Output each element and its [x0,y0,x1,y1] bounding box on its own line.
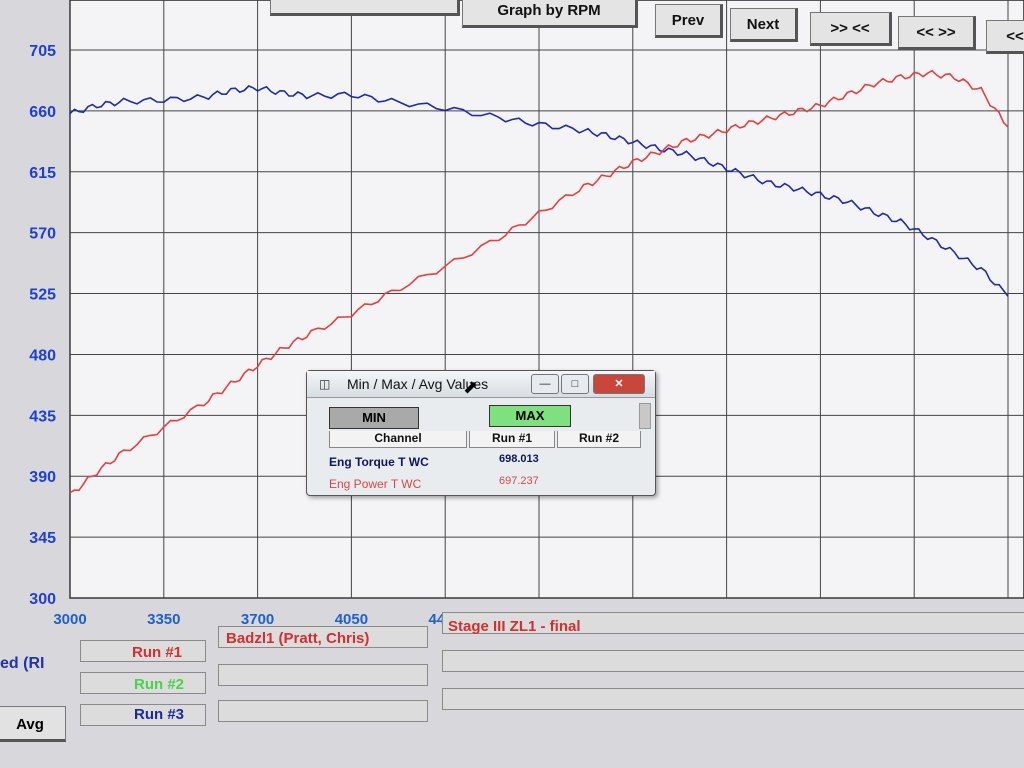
column-header-run1[interactable]: Run #1 [469,431,555,448]
y-tick-label: 300 [29,591,56,608]
zoom-in-button[interactable]: >> << [810,12,892,46]
dyno-software-screen: 3000335037004050440047505100545058006150… [0,0,1024,768]
table-row-channel: Eng Torque T WC [329,455,429,469]
close-icon[interactable]: ✕ [593,374,645,394]
table-row-channel: Eng Power T WC [329,477,422,491]
toolbar-button-partial[interactable] [270,0,460,16]
run1-driver-name: Badzl1 (Pratt, Chris) [226,630,370,647]
window-app-icon: ◫ [319,377,331,391]
maximize-icon[interactable]: □ [561,374,589,394]
next-button[interactable]: Next [730,8,798,42]
y-tick-label: 525 [29,287,56,304]
table-row-value: 698.013 [499,453,539,465]
run3-desc-box [442,688,1024,710]
table-row-value: 697.237 [499,475,539,487]
y-tick-label: 435 [29,408,56,425]
min-button[interactable]: MIN [329,407,419,429]
y-tick-label: 390 [29,469,56,486]
dialog-titlebar[interactable]: ◫ Min / Max / Avg Values ⬈ — □ ✕ [307,371,655,398]
run1-description: Stage III ZL1 - final [448,618,581,635]
zoom-out-button[interactable]: << >> [898,16,976,50]
min-max-avg-dialog: ◫ Min / Max / Avg Values ⬈ — □ ✕ MIN MAX… [306,370,656,496]
y-tick-label: 345 [29,530,56,547]
legend-prefix-text: ed (RI [0,655,45,672]
x-tick-label: 3000 [53,611,86,628]
scroll-left-button[interactable]: << [986,20,1024,54]
run2-driver-box [218,664,428,686]
y-tick-label: 660 [29,104,56,121]
run2-label[interactable]: Run #2 [134,676,184,693]
run2-desc-box [442,650,1024,672]
plot-area [69,0,1024,599]
y-tick-label: 615 [29,165,56,182]
graph-by-rpm-button[interactable]: Graph by RPM [462,0,638,28]
run3-driver-box [218,700,428,722]
avg-button[interactable]: Avg [0,706,66,742]
run3-label[interactable]: Run #3 [134,706,184,723]
y-tick-label: 480 [29,347,56,364]
dialog-scrollbar[interactable] [639,403,651,429]
run1-label[interactable]: Run #1 [132,644,182,661]
column-header-channel[interactable]: Channel [329,431,467,448]
max-button[interactable]: MAX [489,405,571,427]
y-tick-label: 570 [29,226,56,243]
prev-button[interactable]: Prev [655,4,723,38]
mouse-cursor-icon: ⬈ [463,377,479,397]
column-header-run2[interactable]: Run #2 [557,431,641,448]
x-tick-label: 3350 [147,611,180,628]
minimize-icon[interactable]: — [531,374,559,394]
y-tick-label: 705 [29,43,56,60]
